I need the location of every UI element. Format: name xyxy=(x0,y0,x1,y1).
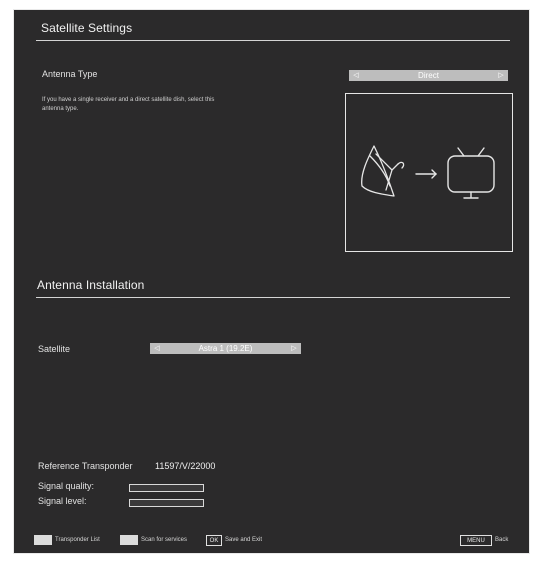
reference-transponder-value: 11597/V/22000 xyxy=(155,461,216,471)
right-arrow-icon[interactable]: ▷ xyxy=(289,343,299,354)
satellite-settings-screen: Satellite Settings Antenna Type ◁ Direct… xyxy=(13,9,530,554)
reference-transponder-label: Reference Transponder xyxy=(38,461,133,471)
antenna-installation-title: Antenna Installation xyxy=(37,278,145,292)
satellite-dish-icon xyxy=(361,145,405,197)
left-arrow-icon[interactable]: ◁ xyxy=(152,343,162,354)
transponder-list-hint[interactable]: Transponder List xyxy=(55,536,100,545)
signal-level-bar xyxy=(129,499,204,507)
arrow-right-icon xyxy=(415,169,437,179)
tv-icon xyxy=(447,147,495,199)
title-divider xyxy=(36,40,510,41)
ok-key[interactable]: OK xyxy=(206,535,222,546)
yellow-key-swatch[interactable] xyxy=(34,535,52,545)
signal-quality-bar xyxy=(129,484,204,492)
blue-key-swatch[interactable] xyxy=(120,535,138,545)
signal-quality-label: Signal quality: xyxy=(38,481,95,491)
antenna-type-label: Antenna Type xyxy=(42,69,98,79)
back-hint[interactable]: Back xyxy=(495,536,508,545)
satellite-value: Astra 1 (19.2E) xyxy=(198,344,253,353)
antenna-type-value: Direct xyxy=(418,71,439,80)
satellite-selector[interactable]: ◁ Astra 1 (19.2E) ▷ xyxy=(150,343,301,354)
antenna-preview-box xyxy=(345,93,513,252)
satellite-label: Satellite xyxy=(38,344,71,354)
left-arrow-icon[interactable]: ◁ xyxy=(351,70,361,81)
scan-services-hint[interactable]: Scan for services xyxy=(141,536,187,545)
antenna-type-description: If you have a single receiver and a dire… xyxy=(42,97,215,112)
footer-key-legend: Transponder List Scan for services OK Sa… xyxy=(14,533,529,549)
save-exit-hint[interactable]: Save and Exit xyxy=(225,536,262,545)
signal-level-label: Signal level: xyxy=(38,496,87,506)
right-arrow-icon[interactable]: ▷ xyxy=(496,70,506,81)
antenna-type-selector[interactable]: ◁ Direct ▷ xyxy=(349,70,508,81)
menu-key[interactable]: MENU xyxy=(460,535,492,546)
satellite-settings-title: Satellite Settings xyxy=(41,21,133,35)
installation-divider xyxy=(36,297,510,298)
